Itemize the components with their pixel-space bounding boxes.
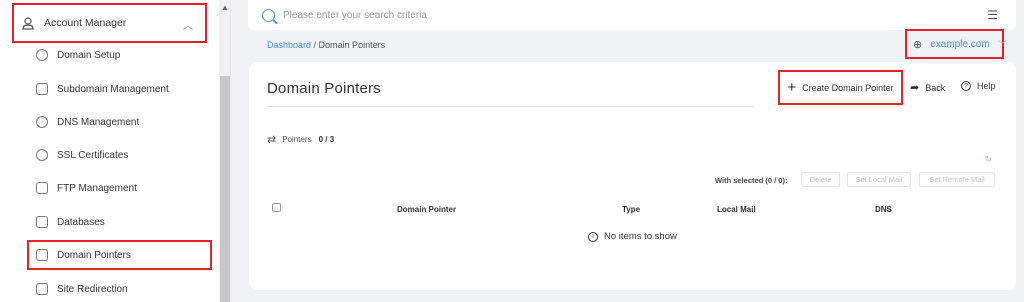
help-button[interactable]: ? Help [961, 81, 996, 91]
sidebar-item-label: Databases [57, 216, 105, 228]
account-manager-label: Account Manager [44, 17, 127, 29]
info-icon: i [588, 231, 598, 242]
sidebar-item-label: FTP Management [57, 182, 137, 194]
create-domain-pointer-button[interactable]: + Create Domain Pointer [778, 70, 903, 105]
help-icon: ? [961, 81, 971, 91]
sidebar-item-dns-management[interactable]: DNS Management [36, 110, 139, 134]
pointers-label: Pointers [282, 135, 312, 144]
domain-selector-value: example.com [930, 38, 990, 50]
sidebar: Account Manager ︿ Domain Setup Subdomain… [0, 0, 231, 302]
sidebar-item-label: Site Redirection [57, 283, 128, 295]
user-icon [22, 16, 34, 30]
ftp-icon [36, 182, 48, 194]
delete-button[interactable]: Delete [801, 172, 840, 187]
help-button-label: Help [977, 81, 996, 91]
sidebar-item-databases[interactable]: Databases [36, 210, 105, 234]
sidebar-item-ftp-management[interactable]: FTP Management [36, 176, 137, 200]
breadcrumb: Dashboard / Domain Pointers [267, 40, 385, 50]
pointers-count: 0 / 3 [318, 135, 335, 144]
sidebar-item-subdomain-management[interactable]: Subdomain Management [36, 77, 169, 101]
sidebar-item-ssl-certificates[interactable]: SSL Certificates [36, 143, 128, 167]
sidebar-scrollbar[interactable]: ▲ [219, 0, 230, 302]
swap-arrows-icon: ⇄ [267, 134, 277, 146]
monitor-icon [36, 249, 48, 261]
column-header-domain-pointer[interactable]: Domain Pointer [397, 205, 456, 214]
column-header-local-mail[interactable]: Local Mail [717, 205, 756, 214]
back-arrow-icon: ➦ [910, 82, 920, 94]
select-all-checkbox[interactable] [272, 203, 281, 212]
sidebar-item-label: Subdomain Management [57, 83, 169, 95]
database-icon [36, 216, 48, 228]
globe-icon [36, 49, 48, 61]
certificate-icon [36, 149, 48, 161]
empty-state-message: No items to show [604, 231, 677, 242]
plus-icon: + [787, 79, 797, 96]
pointers-counter: ⇄ Pointers 0 / 3 [267, 133, 334, 146]
refresh-icon[interactable]: ↻ [984, 154, 992, 165]
account-manager-toggle[interactable]: Account Manager ︿ [12, 3, 207, 43]
column-header-type[interactable]: Type [622, 205, 640, 214]
create-button-label: Create Domain Pointer [802, 82, 894, 93]
sidebar-item-domain-setup[interactable]: Domain Setup [36, 43, 120, 67]
chevron-down-icon: ﹀ [997, 39, 1007, 50]
set-local-mail-button[interactable]: Set Local Mail [847, 172, 911, 187]
column-header-dns[interactable]: DNS [875, 205, 892, 214]
breadcrumb-current: Domain Pointers [318, 40, 386, 50]
globe-icon: ⊕ [913, 38, 923, 51]
search-input[interactable]: Please enter your search criteria [283, 10, 427, 21]
globe-icon [36, 116, 48, 128]
search-bar[interactable]: Please enter your search criteria ☰ [248, 0, 1016, 30]
chevron-up-icon: ︿ [183, 21, 193, 32]
sidebar-item-domain-pointers[interactable]: Domain Pointers [36, 243, 131, 267]
sidebar-item-label: SSL Certificates [57, 149, 129, 161]
with-selected-label: With selected (0 / 0): [715, 176, 788, 185]
breadcrumb-separator: / [311, 40, 319, 50]
scroll-up-icon[interactable]: ▲ [221, 3, 229, 12]
sidebar-item-label: Domain Setup [57, 49, 121, 61]
sidebar-item-label: DNS Management [57, 116, 140, 128]
filter-sliders-icon[interactable]: ☰ [987, 8, 998, 22]
sidebar-item-label: Domain Pointers [57, 249, 131, 261]
empty-state: i No items to show [588, 231, 677, 242]
scrollbar-thumb[interactable] [220, 76, 230, 302]
page-title: Domain Pointers [267, 80, 381, 97]
search-icon [262, 8, 275, 22]
sidebar-item-site-redirection[interactable]: Site Redirection [36, 277, 128, 301]
domain-selector[interactable]: ⊕ example.com ﹀ [905, 29, 1007, 59]
back-button[interactable]: ➦ Back [910, 81, 945, 94]
signpost-icon [36, 283, 48, 295]
breadcrumb-dashboard-link[interactable]: Dashboard [267, 40, 311, 50]
domain-pointers-panel: Domain Pointers + Create Domain Pointer … [249, 62, 1016, 290]
set-remote-mail-button[interactable]: Set Remote Mail [919, 172, 995, 187]
monitor-icon [36, 83, 48, 95]
back-button-label: Back [925, 82, 946, 93]
divider [267, 106, 754, 107]
